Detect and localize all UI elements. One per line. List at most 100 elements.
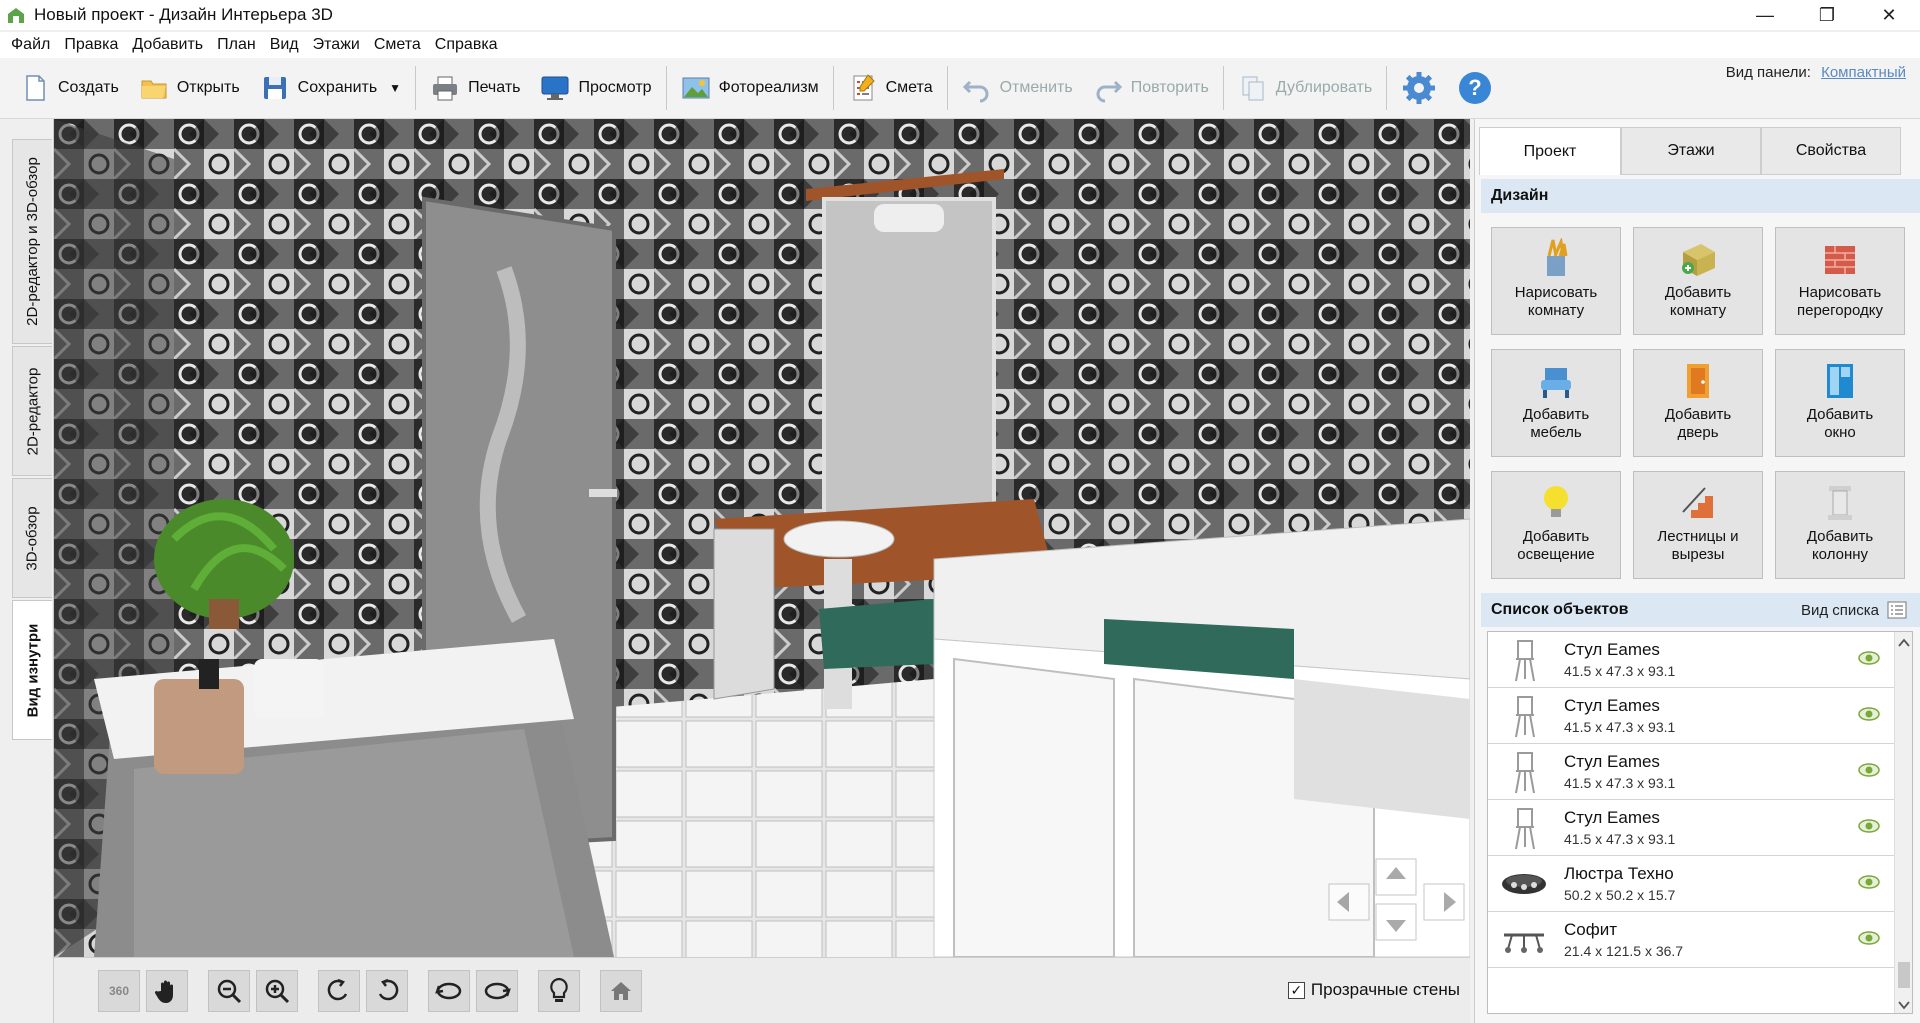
undo-button[interactable]: Отменить	[952, 66, 1083, 110]
add-lighting-label: Добавить освещение	[1517, 528, 1595, 563]
draw-room-button[interactable]: Нарисовать комнату	[1491, 227, 1621, 335]
object-dimensions: 41.5 x 47.3 x 93.1	[1564, 775, 1676, 791]
tab-project[interactable]: Проект	[1479, 127, 1621, 175]
menu-view[interactable]: Вид	[263, 36, 306, 54]
panel-view-link[interactable]: Компактный	[1821, 64, 1906, 81]
transparent-walls-toggle[interactable]: ✓ Прозрачные стены	[1287, 980, 1460, 1000]
home-view-button[interactable]	[600, 970, 642, 1012]
eye-visibility-icon[interactable]	[1858, 930, 1880, 946]
add-room-button[interactable]: Добавить комнату	[1633, 227, 1763, 335]
toolbar-separator	[1386, 66, 1388, 110]
draw-room-label: Нарисовать комнату	[1514, 284, 1598, 319]
zoom-out-icon	[217, 979, 242, 1004]
menu-file[interactable]: Файл	[4, 36, 57, 54]
rotate-right-button[interactable]	[366, 970, 408, 1012]
add-column-button[interactable]: Добавить колонну	[1775, 471, 1905, 579]
3d-viewport[interactable]	[54, 119, 1470, 957]
close-button[interactable]: ✕	[1858, 0, 1920, 30]
orbit-down-button[interactable]	[476, 970, 518, 1012]
print-button[interactable]: Печать	[420, 66, 530, 110]
zoom-in-button[interactable]	[256, 970, 298, 1012]
tab-2d-editor-and-3d[interactable]: 2D-редактор и 3D-обзор	[12, 139, 52, 344]
transparent-walls-checkbox[interactable]: ✓	[1287, 981, 1305, 999]
tab-label: Вид изнутри	[24, 623, 41, 717]
open-label: Открыть	[176, 79, 240, 96]
lighting-button[interactable]	[538, 970, 580, 1012]
objects-list-scrollbar[interactable]	[1894, 632, 1912, 1013]
open-button[interactable]: Открыть	[129, 66, 250, 110]
list-item[interactable]: Софит 21.4 x 121.5 x 36.7	[1488, 912, 1894, 968]
list-item[interactable]: Стул Eames 41.5 x 47.3 x 93.1	[1488, 744, 1894, 800]
redo-label: Повторить	[1130, 79, 1209, 96]
armchair-icon	[1541, 368, 1571, 398]
settings-button[interactable]	[1391, 66, 1447, 110]
zoom-out-button[interactable]	[208, 970, 250, 1012]
estimate-button[interactable]: Смета	[838, 66, 943, 110]
menu-floors[interactable]: Этажи	[306, 36, 367, 54]
menu-plan[interactable]: План	[210, 36, 263, 54]
restore-button[interactable]: ❐	[1796, 0, 1858, 30]
rotate-360-button[interactable]: 360	[98, 970, 140, 1012]
preview-button[interactable]: Просмотр	[530, 66, 661, 110]
add-lighting-button[interactable]: Добавить освещение	[1491, 471, 1621, 579]
stairs-cutouts-label: Лестницы и вырезы	[1657, 528, 1739, 563]
list-item[interactable]: Стул Eames 41.5 x 47.3 x 93.1	[1488, 800, 1894, 856]
add-furniture-label: Добавить мебель	[1522, 406, 1590, 441]
add-window-button[interactable]: Добавить окно	[1775, 349, 1905, 457]
menu-bar: Файл Правка Добавить План Вид Этажи Смет…	[0, 32, 1920, 58]
tab-inside-view[interactable]: Вид изнутри	[12, 600, 52, 740]
object-name: Стул Eames	[1564, 696, 1660, 715]
redo-button[interactable]: Повторить	[1083, 66, 1219, 110]
eye-visibility-icon[interactable]	[1858, 762, 1880, 778]
eye-visibility-icon[interactable]	[1858, 650, 1880, 666]
menu-add[interactable]: Добавить	[125, 36, 210, 54]
create-button[interactable]: Создать	[10, 66, 129, 110]
draw-partition-button[interactable]: Нарисовать перегородку	[1775, 227, 1905, 335]
tab-floors[interactable]: Этажи	[1621, 127, 1761, 175]
add-door-button[interactable]: Добавить дверь	[1633, 349, 1763, 457]
tab-2d-editor[interactable]: 2D-редактор	[12, 346, 52, 476]
undo-arrow-icon	[962, 80, 989, 103]
save-dropdown-arrow[interactable]: ▼	[389, 81, 401, 95]
orbit-down-icon	[484, 982, 511, 1000]
orbit-up-button[interactable]	[428, 970, 470, 1012]
tab-label: 2D-редактор	[24, 367, 41, 455]
tab-3d-view[interactable]: 3D-обзор	[12, 478, 52, 598]
rotate-left-button[interactable]	[318, 970, 360, 1012]
save-button[interactable]: Сохранить ▼	[250, 66, 411, 110]
door-icon	[1687, 364, 1709, 398]
menu-estimate[interactable]: Смета	[367, 36, 428, 54]
list-item[interactable]: Люстра Техно 50.2 x 50.2 x 15.7	[1488, 856, 1894, 912]
undo-label: Отменить	[999, 79, 1073, 96]
panel-view-setting: Вид панели: Компактный	[1726, 64, 1906, 81]
orbit-up-icon	[435, 982, 462, 1000]
rotate-left-icon	[327, 978, 348, 1001]
folder-icon	[141, 80, 167, 99]
menu-help[interactable]: Справка	[428, 36, 505, 54]
rotate-360-icon: 360	[108, 984, 130, 998]
photorealism-button[interactable]: Фотореализм	[671, 66, 829, 110]
tab-label: 3D-обзор	[24, 505, 42, 571]
tab-properties[interactable]: Свойства	[1761, 127, 1901, 175]
draw-partition-label: Нарисовать перегородку	[1797, 284, 1883, 319]
list-view-button[interactable]: Вид списка	[1801, 601, 1907, 619]
column-icon	[1828, 486, 1852, 520]
eye-visibility-icon[interactable]	[1858, 874, 1880, 890]
eye-visibility-icon[interactable]	[1858, 818, 1880, 834]
stairs-cutouts-button[interactable]: Лестницы и вырезы	[1633, 471, 1763, 579]
pan-hand-button[interactable]	[146, 970, 188, 1012]
minimize-button[interactable]: —	[1734, 0, 1796, 30]
help-button[interactable]: ?	[1447, 66, 1503, 110]
view-mode-tabs: 2D-редактор и 3D-обзор 2D-редактор 3D-об…	[0, 119, 54, 1023]
add-furniture-button[interactable]: Добавить мебель	[1491, 349, 1621, 457]
home-icon	[611, 982, 631, 1000]
duplicate-button[interactable]: Дублировать	[1228, 66, 1382, 110]
menu-edit[interactable]: Правка	[57, 36, 125, 54]
eye-visibility-icon[interactable]	[1858, 706, 1880, 722]
list-item[interactable]: Стул Eames 41.5 x 47.3 x 93.1	[1488, 632, 1894, 688]
list-item[interactable]: Стул Eames 41.5 x 47.3 x 93.1	[1488, 688, 1894, 744]
view-controls-bar: 360 ✓ Прозрачные стены	[54, 957, 1470, 1023]
lightbulb-icon	[550, 977, 568, 1002]
estimate-label: Смета	[885, 79, 933, 96]
objects-list[interactable]: Стул Eames 41.5 x 47.3 x 93.1 Стул Eames 4…	[1487, 631, 1913, 1014]
